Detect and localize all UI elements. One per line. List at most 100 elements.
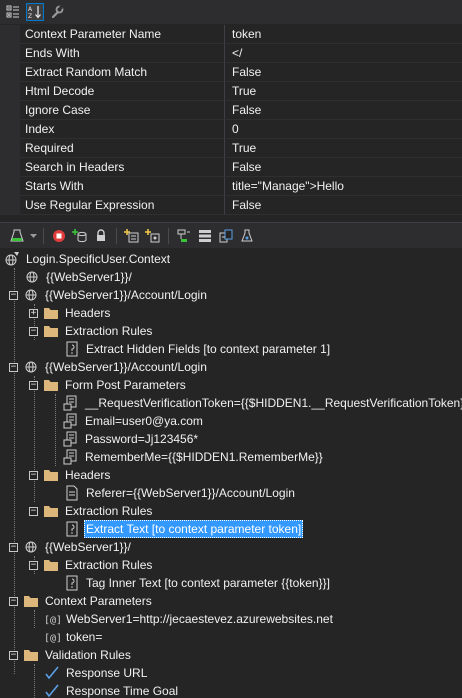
collapse-icon[interactable]: − [9, 542, 18, 552]
collapse-icon[interactable]: − [29, 326, 38, 336]
tree-node-label: Tag Inner Text [to context parameter {{t… [86, 576, 330, 590]
collapse-icon[interactable]: − [9, 596, 18, 606]
tree-node-label: Extraction Rules [65, 324, 153, 338]
row-gutter [0, 82, 20, 101]
expand-icon[interactable]: + [29, 308, 38, 318]
property-value[interactable]: True [225, 139, 462, 158]
lock-icon[interactable] [92, 227, 110, 245]
folder-icon [43, 503, 59, 519]
collapse-icon[interactable]: − [9, 650, 18, 660]
property-value[interactable]: False [225, 196, 462, 215]
tree-node-folder[interactable]: − Extraction Rules [29, 322, 154, 340]
property-row[interactable]: Html Decode True [0, 82, 462, 101]
property-row[interactable]: Context Parameter Name token [0, 25, 462, 44]
property-row[interactable]: Search in Headers False [0, 158, 462, 177]
tree-node-folder[interactable]: − Context Parameters [9, 592, 154, 610]
tree-node-form-param[interactable]: Email=user0@ya.com [63, 412, 205, 430]
param-icon [63, 395, 79, 411]
categorized-icon[interactable] [4, 3, 22, 21]
tree-node-validation[interactable]: Response Time Goal [44, 682, 180, 698]
stop-icon[interactable] [50, 227, 68, 245]
tree-node-form-param[interactable]: Password=Jj123456* [63, 430, 200, 448]
add-datasource-icon[interactable] [71, 227, 89, 245]
tree-node-folder[interactable]: − Headers [29, 466, 112, 484]
collapse-icon[interactable]: − [9, 362, 18, 372]
property-value[interactable]: False [225, 158, 462, 177]
tree-node-folder[interactable]: − Form Post Parameters [29, 376, 188, 394]
dropdown-arrow-icon[interactable] [29, 227, 37, 245]
property-value[interactable]: title="Manage">Hello [225, 177, 462, 196]
tree-node-folder[interactable]: + Headers [29, 304, 112, 322]
svg-text:Z: Z [28, 13, 32, 19]
property-name: Context Parameter Name [20, 25, 225, 44]
property-row[interactable]: Ignore Case False [0, 101, 462, 120]
add-parameter-icon[interactable] [144, 227, 162, 245]
request-icon [23, 539, 39, 555]
property-value[interactable]: False [225, 63, 462, 82]
row-gutter [0, 44, 20, 63]
collapse-icon[interactable]: − [29, 470, 38, 480]
property-row[interactable]: Extract Random Match False [0, 63, 462, 82]
property-value[interactable]: True [225, 82, 462, 101]
tree-node-label: {{WebServer1}}/Account/Login [45, 360, 207, 374]
tree-node-label: Headers [65, 306, 111, 320]
tree-node-request[interactable]: − {{WebServer1}}/Account/Login [9, 358, 209, 376]
plugin-icon[interactable] [238, 227, 256, 245]
list-icon[interactable] [196, 227, 214, 245]
collapse-icon[interactable]: − [9, 290, 18, 300]
tree-node-rule[interactable]: Tag Inner Text [to context parameter {{t… [64, 574, 332, 592]
tree-node-label: Response Time Goal [66, 684, 179, 698]
tree-node-context-param[interactable]: [@] WebServer1=http://jecaestevez.azurew… [44, 610, 335, 628]
property-row[interactable]: Ends With </ [0, 44, 462, 63]
tree-node-validation[interactable]: Response URL [44, 664, 149, 682]
tree-node-label: Email=user0@ya.com [85, 414, 203, 428]
tree-node-form-param[interactable]: __RequestVerificationToken={{$HIDDEN1.__… [63, 394, 462, 412]
tree-node-request[interactable]: {{WebServer1}}/ [24, 268, 134, 286]
property-value[interactable]: False [225, 101, 462, 120]
add-rule-icon[interactable] [123, 227, 141, 245]
tree-node-label: Extract Text [to context parameter token… [84, 520, 304, 538]
tree-connector [14, 268, 15, 674]
tree-node-folder[interactable]: − Extraction Rules [29, 502, 154, 520]
alphabetical-icon[interactable]: AZ [26, 3, 44, 21]
collapse-icon[interactable]: − [29, 506, 38, 516]
request-icon [24, 269, 40, 285]
property-row[interactable]: Use Regular Expression False [0, 196, 462, 215]
row-gutter [0, 63, 20, 82]
tree-node-folder[interactable]: − Validation Rules [9, 646, 133, 664]
property-row[interactable]: Starts With title="Manage">Hello [0, 177, 462, 196]
tree-node-label: Extraction Rules [65, 558, 153, 572]
collapse-icon[interactable]: − [29, 560, 38, 570]
property-name: Ignore Case [20, 101, 225, 120]
tree-node-label: Response URL [66, 666, 148, 680]
property-value[interactable]: </ [225, 44, 462, 63]
extract-icon[interactable] [175, 227, 193, 245]
rule-icon [64, 575, 80, 591]
property-row[interactable]: Required True [0, 139, 462, 158]
toolbar-separator [43, 227, 44, 244]
row-gutter [0, 158, 20, 177]
property-value[interactable]: token [225, 25, 462, 44]
row-gutter [0, 177, 20, 196]
wrench-icon[interactable] [48, 3, 66, 21]
property-row[interactable]: Index 0 [0, 120, 462, 139]
tree-node-request[interactable]: − {{WebServer1}}/Account/Login [9, 286, 209, 304]
tree-node-label: {{WebServer1}}/ [46, 270, 132, 284]
property-value[interactable]: 0 [225, 120, 462, 139]
run-test-icon[interactable] [8, 227, 26, 245]
collapse-icon[interactable]: − [29, 380, 38, 390]
toolbar-separator [116, 227, 117, 244]
transaction-icon[interactable] [217, 227, 235, 245]
property-name: Required [20, 139, 225, 158]
tree-node-context-param[interactable]: [@] token= [44, 628, 104, 646]
tree-node-rule-selected[interactable]: Extract Text [to context parameter token… [64, 520, 304, 538]
row-gutter [0, 120, 20, 139]
tree-node-request[interactable]: − {{WebServer1}}/ [9, 538, 133, 556]
tree-node-header[interactable]: Referer={{WebServer1}}/Account/Login [64, 484, 297, 502]
tree-node-webtest[interactable]: Login.SpecificUser.Context [4, 250, 172, 268]
tree-node-label: Extraction Rules [65, 504, 153, 518]
tree-node-form-param[interactable]: RememberMe={{$HIDDEN1.RememberMe}} [63, 448, 325, 466]
tree-node-folder[interactable]: − Extraction Rules [29, 556, 154, 574]
webtest-tree: Login.SpecificUser.Context {{WebServer1}… [0, 250, 462, 698]
tree-node-rule[interactable]: Extract Hidden Fields [to context parame… [64, 340, 332, 358]
